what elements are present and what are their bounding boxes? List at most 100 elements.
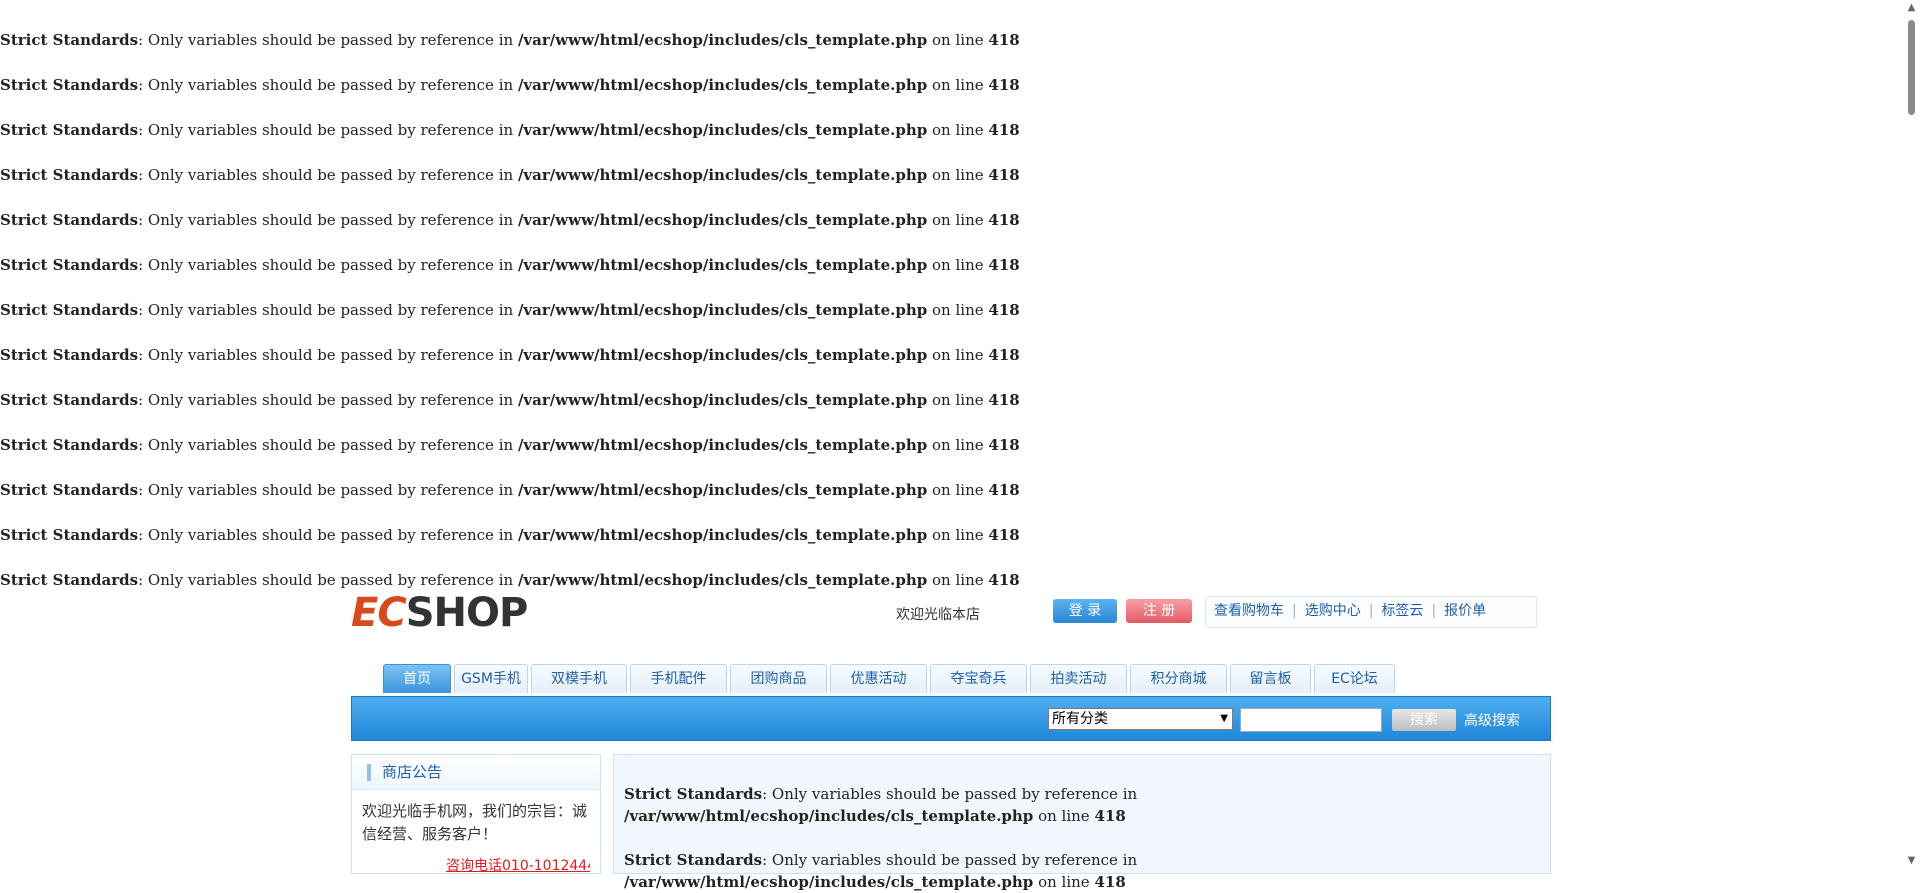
warning-path: /var/www/html/ecshop/includes/cls_templa… xyxy=(517,391,928,409)
search-button[interactable]: 搜索 xyxy=(1392,709,1456,731)
tab-ec-forum[interactable]: EC论坛 xyxy=(1314,664,1395,693)
register-button[interactable]: 注 册 xyxy=(1126,599,1192,623)
warning-path: /var/www/html/ecshop/includes/cls_templa… xyxy=(624,873,1034,891)
warning-line: Strict Standards: Only variables should … xyxy=(0,76,1020,94)
warning-line-number: 418 xyxy=(988,166,1020,184)
ecshop-logo[interactable]: ECSHOP xyxy=(351,592,528,634)
warning-online: on line xyxy=(932,166,984,184)
warning-path: /var/www/html/ecshop/includes/cls_templa… xyxy=(517,571,928,589)
tab-auction[interactable]: 拍卖活动 xyxy=(1030,664,1127,693)
warning-message: Only variables should be passed by refer… xyxy=(147,31,514,49)
warning-message: Only variables should be passed by refer… xyxy=(147,121,514,139)
view-cart-link[interactable]: 查看购物车 xyxy=(1206,603,1292,619)
warning-line: Strict Standards: Only variables should … xyxy=(0,256,1020,274)
warning-message: Only variables should be passed by refer… xyxy=(771,785,1138,803)
warning-label: Strict Standards xyxy=(0,166,139,184)
warning-path: /var/www/html/ecshop/includes/cls_templa… xyxy=(517,166,928,184)
advanced-search-link[interactable]: 高级搜索 xyxy=(1464,710,1520,730)
warning-label: Strict Standards xyxy=(0,391,139,409)
warning-label: Strict Standards xyxy=(0,211,139,229)
tab-accessories[interactable]: 手机配件 xyxy=(630,664,727,693)
warning-label: Strict Standards xyxy=(0,436,139,454)
warning-message: Only variables should be passed by refer… xyxy=(147,76,514,94)
search-input[interactable] xyxy=(1240,708,1382,732)
warning-path: /var/www/html/ecshop/includes/cls_templa… xyxy=(517,31,928,49)
warning-path: /var/www/html/ecshop/includes/cls_templa… xyxy=(517,121,928,139)
top-links: 查看购物车 | 选购中心 | 标签云 | 报价单 xyxy=(1205,596,1537,628)
php-warnings: Strict Standards: Only variables should … xyxy=(0,26,1900,611)
tag-cloud-link[interactable]: 标签云 xyxy=(1373,603,1431,619)
warning-label: Strict Standards xyxy=(0,76,139,94)
warning-label: Strict Standards xyxy=(0,346,139,364)
warning-label: Strict Standards xyxy=(624,785,763,803)
content-warning: Strict Standards: Only variables should … xyxy=(624,785,1138,825)
warning-line-number: 418 xyxy=(988,481,1020,499)
warning-line-number: 418 xyxy=(988,346,1020,364)
scroll-up-icon[interactable]: ▲ xyxy=(1906,2,1917,14)
search-bar: 所有分类 ▼ 搜索 高级搜索 xyxy=(351,696,1551,741)
warning-label: Strict Standards xyxy=(624,851,763,869)
warning-label: Strict Standards xyxy=(0,571,139,589)
tab-message-board[interactable]: 留言板 xyxy=(1230,664,1311,693)
warning-online: on line xyxy=(1038,873,1090,891)
warning-online: on line xyxy=(932,76,984,94)
warning-label: Strict Standards xyxy=(0,526,139,544)
tab-home[interactable]: 首页 xyxy=(383,664,451,693)
shop-page: ECSHOP 欢迎光临本店 登 录 注 册 查看购物车 | 选购中心 | 标签云 | 报价单… xyxy=(351,590,1551,891)
tab-promotions[interactable]: 优惠活动 xyxy=(830,664,927,693)
warning-message: Only variables should be passed by refer… xyxy=(147,256,514,274)
warning-line: Strict Standards: Only variables should … xyxy=(0,121,1020,139)
tab-snatch[interactable]: 夺宝奇兵 xyxy=(930,664,1027,693)
warning-path: /var/www/html/ecshop/includes/cls_templa… xyxy=(517,211,928,229)
scroll-down-icon[interactable]: ▼ xyxy=(1906,855,1917,867)
warning-line: Strict Standards: Only variables should … xyxy=(0,526,1020,544)
warning-online: on line xyxy=(932,211,984,229)
tab-dual-mode-phones[interactable]: 双模手机 xyxy=(531,664,627,693)
warning-path: /var/www/html/ecshop/includes/cls_templa… xyxy=(624,807,1034,825)
scrollbar[interactable]: ▲ ▼ xyxy=(1903,0,1920,869)
shopping-center-link[interactable]: 选购中心 xyxy=(1297,603,1369,619)
quote-list-link[interactable]: 报价单 xyxy=(1436,603,1494,619)
notice-bar-icon xyxy=(367,764,371,781)
warning-line-number: 418 xyxy=(988,571,1020,589)
warning-message: Only variables should be passed by refer… xyxy=(147,211,514,229)
warning-label: Strict Standards xyxy=(0,256,139,274)
warning-line-number: 418 xyxy=(1094,807,1126,825)
content-warning: Strict Standards: Only variables should … xyxy=(624,851,1138,891)
warning-line-number: 418 xyxy=(988,526,1020,544)
warning-line: Strict Standards: Only variables should … xyxy=(0,436,1020,454)
warning-online: on line xyxy=(932,121,984,139)
warning-line-number: 418 xyxy=(988,256,1020,274)
consult-phone-link[interactable]: 咨询电话010-10124444 xyxy=(446,855,590,875)
warning-online: on line xyxy=(932,571,984,589)
warning-line-number: 418 xyxy=(988,31,1020,49)
tab-group-buy[interactable]: 团购商品 xyxy=(730,664,827,693)
warning-online: on line xyxy=(1038,807,1090,825)
warning-line: Strict Standards: Only variables should … xyxy=(0,166,1020,184)
category-select[interactable]: 所有分类 ▼ xyxy=(1048,708,1233,730)
store-notice: 商店公告 欢迎光临手机网，我们的宗旨：诚信经营、服务客户！ 咨询电话010-10… xyxy=(351,754,601,874)
scroll-thumb[interactable] xyxy=(1908,20,1915,115)
warning-message: Only variables should be passed by refer… xyxy=(771,851,1138,869)
warning-line-number: 418 xyxy=(988,211,1020,229)
chevron-down-icon: ▼ xyxy=(1220,713,1228,724)
warning-path: /var/www/html/ecshop/includes/cls_templa… xyxy=(517,301,928,319)
warning-line-number: 418 xyxy=(1094,873,1126,891)
tab-gsm-phones[interactable]: GSM手机 xyxy=(454,664,528,693)
tab-points-mall[interactable]: 积分商城 xyxy=(1130,664,1227,693)
warning-online: on line xyxy=(932,256,984,274)
category-select-value: 所有分类 xyxy=(1052,711,1108,727)
warning-message: Only variables should be passed by refer… xyxy=(147,301,514,319)
warning-path: /var/www/html/ecshop/includes/cls_templa… xyxy=(517,526,928,544)
warning-message: Only variables should be passed by refer… xyxy=(147,166,514,184)
warning-line-number: 418 xyxy=(988,391,1020,409)
warning-message: Only variables should be passed by refer… xyxy=(147,571,514,589)
warning-message: Only variables should be passed by refer… xyxy=(147,436,514,454)
notice-text: 欢迎光临手机网，我们的宗旨：诚信经营、服务客户！ xyxy=(362,802,588,843)
warning-message: Only variables should be passed by refer… xyxy=(147,481,514,499)
warning-online: on line xyxy=(932,481,984,499)
warning-line: Strict Standards: Only variables should … xyxy=(0,211,1020,229)
login-button[interactable]: 登 录 xyxy=(1053,599,1117,623)
main-content: Strict Standards: Only variables should … xyxy=(613,754,1551,891)
warning-path: /var/www/html/ecshop/includes/cls_templa… xyxy=(517,346,928,364)
